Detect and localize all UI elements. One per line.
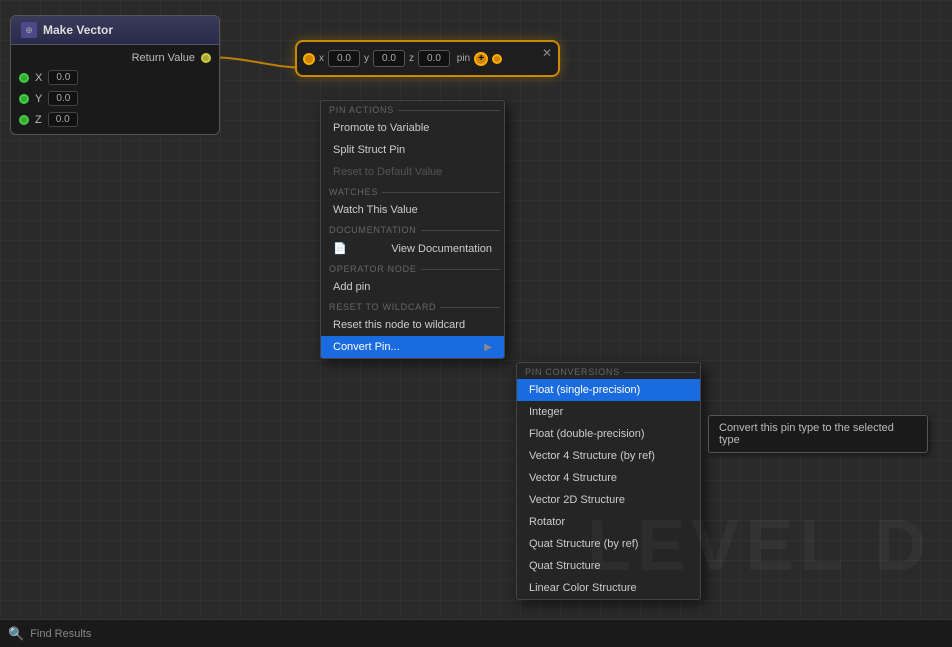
view-documentation-item[interactable]: 📄 View Documentation [321,237,504,260]
float-single-item[interactable]: Float (single-precision) [517,379,700,401]
operator-node-section: OPERATOR NODE [321,260,504,276]
tooltip-text: Convert this pin type to the selected ty… [719,422,894,446]
promote-to-variable-item[interactable]: Promote to Variable [321,117,504,139]
return-label: Return Value [132,52,195,64]
node-title: Make Vector [43,23,113,37]
z-field-label: z [409,53,414,64]
reset-wildcard-item[interactable]: Reset this node to wildcard [321,314,504,336]
doc-icon: 📄 [333,242,347,255]
wildcard-section: RESET TO WILDCARD [321,298,504,314]
y-value[interactable]: 0.0 [48,91,78,106]
find-results-label: Find Results [30,628,91,640]
pin-conversions-section: PIN CONVERSIONS [517,363,700,379]
pin-label: pin [454,53,470,64]
vector-node-body: x 0.0 y 0.0 z 0.0 pin + [297,42,558,75]
reset-default-item: Reset to Default Value [321,161,504,183]
node-header: ⊕ Make Vector [11,16,219,45]
split-struct-pin-item[interactable]: Split Struct Pin [321,139,504,161]
vector-input-pin [303,53,315,65]
integer-item[interactable]: Integer [517,401,700,423]
add-pin-button[interactable]: + [474,52,488,66]
vector-output-node: ✕ x 0.0 y 0.0 z 0.0 pin + [295,40,560,77]
y-field[interactable]: 0.0 [373,50,405,67]
z-field[interactable]: 0.0 [418,50,450,67]
make-vector-node: ⊕ Make Vector Return Value X 0.0 Y 0.0 Z… [10,15,220,135]
z-value[interactable]: 0.0 [48,112,78,127]
z-label: Z [35,114,42,126]
node-icon: ⊕ [21,22,37,38]
z-pin-dot [19,115,29,125]
documentation-section: DOCUMENTATION [321,221,504,237]
y-pin-dot [19,94,29,104]
return-pin-dot [201,53,211,63]
x-value[interactable]: 0.0 [48,70,78,85]
float-double-item[interactable]: Float (double-precision) [517,423,700,445]
watches-section: WATCHES [321,183,504,199]
y-label: Y [35,93,42,105]
x-pin-dot [19,73,29,83]
return-value-pin: Return Value [11,49,219,67]
add-pin-item[interactable]: Add pin [321,276,504,298]
x-field-label: x [319,53,324,64]
watermark: LEVEL D [587,505,932,587]
x-pin: X 0.0 [11,67,219,88]
vector4-ref-item[interactable]: Vector 4 Structure (by ref) [517,445,700,467]
bottom-bar: 🔍 Find Results [0,619,952,647]
node-body: Return Value X 0.0 Y 0.0 Z 0.0 [11,45,219,134]
context-menu: PIN ACTIONS Promote to Variable Split St… [320,100,505,359]
y-field-label: y [364,53,369,64]
vector-output-pin [492,54,502,64]
y-pin: Y 0.0 [11,88,219,109]
pin-actions-section: PIN ACTIONS [321,101,504,117]
watch-this-value-item[interactable]: Watch This Value [321,199,504,221]
chevron-right-icon: ▶ [484,342,492,353]
search-icon: 🔍 [8,626,24,642]
x-label: X [35,72,42,84]
vector4-item[interactable]: Vector 4 Structure [517,467,700,489]
x-field[interactable]: 0.0 [328,50,360,67]
close-icon[interactable]: ✕ [542,46,552,60]
z-pin: Z 0.0 [11,109,219,130]
tooltip: Convert this pin type to the selected ty… [708,415,928,453]
convert-pin-item[interactable]: Convert Pin... ▶ [321,336,504,358]
